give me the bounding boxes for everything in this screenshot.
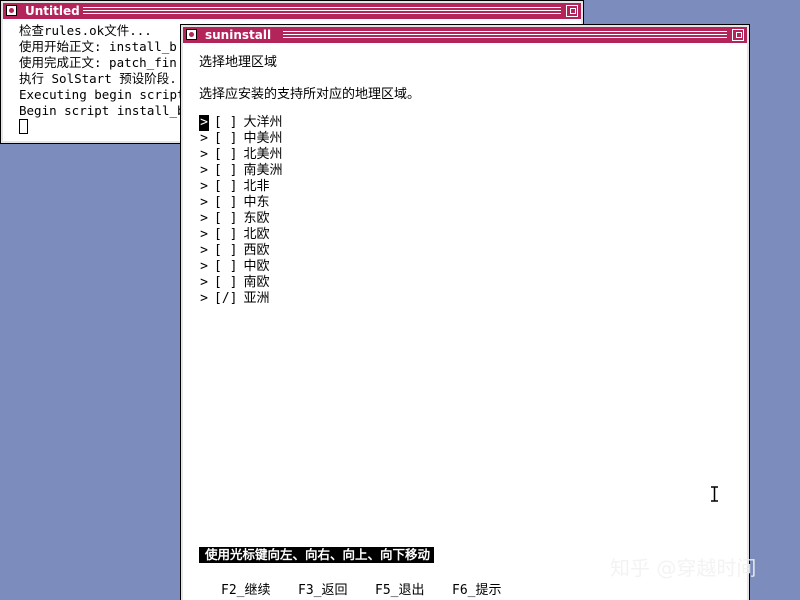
region-label: 中欧 [243,259,270,274]
region-checkbox[interactable]: [ ] [214,147,237,162]
region-label: 南美洲 [243,163,283,178]
region-label: 亚洲 [243,291,270,306]
expand-arrow-icon[interactable]: > [199,227,209,243]
region-item-eastern-europe[interactable]: > [ ] 东欧 [199,211,283,227]
installer-body: 选择地理区域 选择应安装的支持所对应的地理区域。 > [ ] 大洋州 > [ ] 中美州… [183,43,747,600]
expand-arrow-icon[interactable]: > [199,243,209,259]
region-checkbox[interactable]: [ ] [214,275,237,290]
region-checkbox[interactable]: [ ] [214,259,237,274]
titlebar-stripes [83,7,561,15]
region-item-north-america[interactable]: > [ ] 北美州 [199,147,283,163]
window-menu-icon[interactable] [6,5,17,16]
expand-arrow-icon[interactable]: > [199,259,209,275]
region-checkbox[interactable]: [ ] [214,227,237,242]
region-label: 大洋州 [243,115,283,130]
region-checkbox[interactable]: [ ] [214,131,237,146]
region-label: 西欧 [243,243,270,258]
region-item-asia[interactable]: > [/] 亚洲 [199,291,283,307]
region-item-oceania[interactable]: > [ ] 大洋州 [199,115,283,131]
region-checkbox[interactable]: [ ] [214,195,237,210]
expand-arrow-icon[interactable]: > [199,275,209,291]
maximize-icon[interactable] [732,29,744,41]
expand-arrow-icon[interactable]: > [199,131,209,147]
region-label: 中东 [243,195,270,210]
suninstall-title: suninstall [205,28,272,42]
titlebar-stripes [283,31,727,39]
window-menu-icon[interactable] [186,29,197,40]
expand-arrow-icon[interactable]: > [199,211,209,227]
region-checkbox[interactable]: [ ] [214,163,237,178]
f6-help-button[interactable]: F6_提示 [452,579,529,598]
region-checkbox[interactable]: [ ] [214,115,237,130]
region-checkbox[interactable]: [ ] [214,243,237,258]
region-label: 北非 [243,179,270,194]
region-item-central-europe[interactable]: > [ ] 中欧 [199,259,283,275]
region-item-north-africa[interactable]: > [ ] 北非 [199,179,283,195]
navigation-hint: 使用光标键向左、向右、向上、向下移动 [199,547,435,563]
region-label: 北欧 [243,227,270,242]
terminal-title: Untitled [25,4,80,18]
expand-arrow-icon[interactable]: > [199,195,209,211]
region-checkbox[interactable]: [ ] [214,179,237,194]
page-title: 选择地理区域 [199,55,278,70]
region-item-western-europe[interactable]: > [ ] 西欧 [199,243,283,259]
watermark: 知乎 @穿越时间 [610,556,757,580]
f3-back-button[interactable]: F3_返回 [298,579,375,598]
text-cursor-icon [711,486,718,502]
region-item-northern-europe[interactable]: > [ ] 北欧 [199,227,283,243]
expand-arrow-icon[interactable]: > [199,291,209,307]
terminal-cursor [19,119,28,134]
expand-arrow-icon[interactable]: > [199,115,209,131]
suninstall-window[interactable]: suninstall 选择地理区域 选择应安装的支持所对应的地理区域。 > [ ]… [181,25,749,600]
expand-arrow-icon[interactable]: > [199,179,209,195]
region-item-central-america[interactable]: > [ ] 中美州 [199,131,283,147]
region-list: > [ ] 大洋州 > [ ] 中美州 > [ ] 北美州 > [ ] 南美洲 > [ ] 北非 >… [199,115,283,307]
region-item-south-america[interactable]: > [ ] 南美洲 [199,163,283,179]
region-label: 中美州 [243,131,283,146]
suninstall-titlebar[interactable]: suninstall [183,27,747,43]
expand-arrow-icon[interactable]: > [199,163,209,179]
function-key-bar: F2_继续 F3_返回 F5_退出 F6_提示 [221,579,529,598]
maximize-icon[interactable] [566,5,578,17]
f2-continue-button[interactable]: F2_继续 [221,579,298,598]
region-label: 北美州 [243,147,283,162]
terminal-titlebar[interactable]: Untitled [3,3,581,19]
desktop: Untitled 检查rules.ok文件... 使用开始正文: install_… [0,0,800,600]
region-checkbox[interactable]: [ ] [214,211,237,226]
region-checkbox[interactable]: [/] [214,291,237,306]
region-item-southern-europe[interactable]: > [ ] 南欧 [199,275,283,291]
f5-exit-button[interactable]: F5_退出 [375,579,452,598]
expand-arrow-icon[interactable]: > [199,147,209,163]
region-item-middle-east[interactable]: > [ ] 中东 [199,195,283,211]
instruction-text: 选择应安装的支持所对应的地理区域。 [199,87,421,102]
region-label: 东欧 [243,211,270,226]
region-label: 南欧 [243,275,270,290]
